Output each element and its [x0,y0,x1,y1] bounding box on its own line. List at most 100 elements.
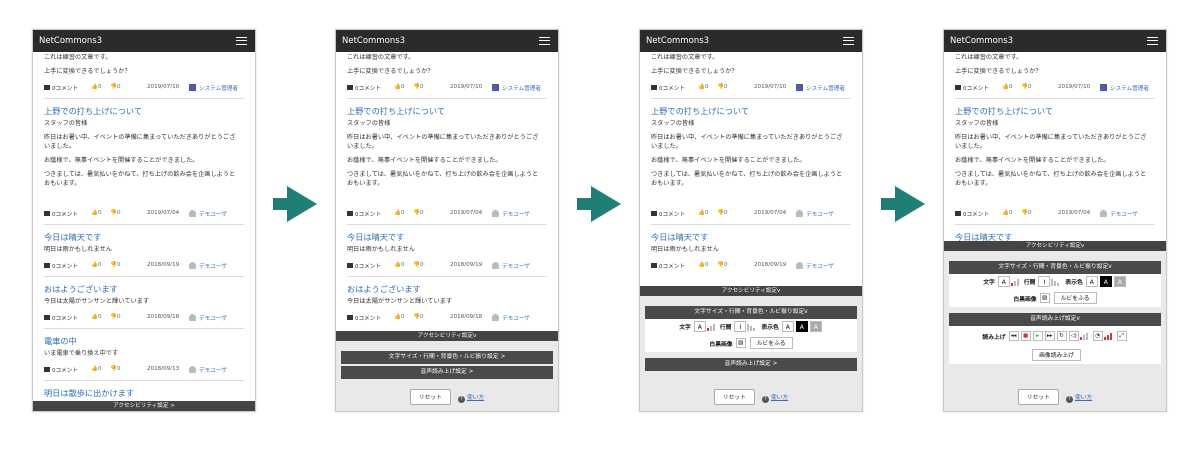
font-size-button[interactable]: A [997,276,1010,287]
author-link[interactable]: システム管理者 [492,84,541,92]
reset-button[interactable]: リセット [409,389,451,405]
howto-link[interactable]: ? 使い方 [761,395,788,403]
line-spacing-button[interactable]: I [734,321,747,332]
comment-count[interactable]: 0コメント [347,84,381,92]
dislike-button[interactable]: 👎0 [413,210,424,216]
author-link[interactable]: デモユーザ [189,314,227,322]
dislike-button[interactable]: 👎0 [110,262,121,268]
color-gray-button[interactable]: A [809,321,822,332]
like-button[interactable]: 👍0 [91,84,102,90]
comment-count[interactable]: 0コメント [651,84,685,92]
dislike-button[interactable]: 👎0 [1021,210,1032,216]
comment-count[interactable]: 0コメント [44,210,78,218]
dislike-button[interactable]: 👎0 [717,210,728,216]
image-read-button[interactable]: 画像読み上げ [1032,349,1081,361]
dislike-button[interactable]: 👎0 [1021,84,1032,90]
font-settings-button[interactable]: 文字サイズ・行間・背景色・ルビ振り設定 > [341,351,553,364]
font-settings-button[interactable]: 文字サイズ・行間・背景色・ルビ振り設定v [645,306,857,319]
dislike-button[interactable]: 👎0 [413,84,424,90]
like-button[interactable]: 👍0 [91,366,102,372]
comment-count[interactable]: 0コメント [347,210,381,218]
dislike-button[interactable]: 👎0 [717,84,728,90]
like-button[interactable]: 👍0 [91,262,102,268]
post-title[interactable]: 明日は散歩に出かけます [44,388,244,399]
reset-button[interactable]: リセット [1017,389,1059,405]
author-link[interactable]: デモユーザ [492,262,530,270]
like-button[interactable]: 👍0 [394,210,405,216]
hamburger-menu-icon[interactable] [1147,37,1158,45]
author-link[interactable]: デモユーザ [189,262,227,270]
hamburger-menu-icon[interactable] [843,37,854,45]
color-black-button[interactable]: A [1099,276,1112,287]
dislike-button[interactable]: 👎0 [413,314,424,320]
post-title[interactable]: おはようございます [347,284,547,295]
like-button[interactable]: 👍0 [698,84,709,90]
post-title[interactable]: 今日は晴天です [955,232,1155,241]
speech-settings-button[interactable]: 音声読み上げ設定v [949,313,1161,326]
post-title[interactable]: 上野での打ち上げについて [44,106,244,117]
font-settings-button[interactable]: 文字サイズ・行間・背景色・ルビ振り設定v [949,261,1161,274]
post-title[interactable]: 今日は晴天です [651,232,851,243]
dislike-button[interactable]: 👎0 [110,314,121,320]
ruby-button[interactable]: ルビをふる [1053,292,1097,304]
comment-count[interactable]: 0コメント [347,262,381,270]
author-link[interactable]: デモユーザ [189,366,227,374]
author-link[interactable]: デモユーザ [1100,210,1138,218]
rewind-icon[interactable]: ◂◂ [1008,331,1019,341]
author-link[interactable]: システム管理者 [1100,84,1149,92]
like-button[interactable]: 👍0 [91,210,102,216]
comment-count[interactable]: 0コメント [955,84,989,92]
author-link[interactable]: デモユーザ [796,262,834,270]
speech-settings-button[interactable]: 音声読み上げ設定 > [645,358,857,371]
dislike-button[interactable]: 👎0 [110,366,121,372]
post-title[interactable]: 今日は晴天です [347,232,547,243]
dislike-button[interactable]: 👎0 [413,262,424,268]
like-button[interactable]: 👍0 [394,262,405,268]
like-button[interactable]: 👍0 [1002,210,1013,216]
comment-count[interactable]: 0コメント [955,210,989,218]
hamburger-menu-icon[interactable] [236,37,247,45]
ruby-button[interactable]: ルビをふる [749,337,793,349]
accessibility-settings-bar[interactable]: アクセシビリティ設定v [336,331,558,341]
comment-count[interactable]: 0コメント [651,210,685,218]
like-button[interactable]: 👍0 [698,210,709,216]
like-button[interactable]: 👍0 [394,84,405,90]
image-icon[interactable]: ▨ [735,338,746,348]
like-button[interactable]: 👍0 [698,262,709,268]
post-title[interactable]: 電車の中 [44,336,244,347]
line-spacing-button[interactable]: I [1038,276,1051,287]
dislike-button[interactable]: 👎0 [717,262,728,268]
color-gray-button[interactable]: A [1113,276,1126,287]
author-link[interactable]: システム管理者 [189,84,238,92]
author-link[interactable]: デモユーザ [796,210,834,218]
comment-count[interactable]: 0コメント [347,314,381,322]
play-icon[interactable]: ▸ [1032,331,1043,341]
howto-link[interactable]: ? 使い方 [1065,395,1092,403]
volume-icon[interactable]: ◁) [1068,331,1079,341]
author-link[interactable]: デモユーザ [492,210,530,218]
stop-icon[interactable]: ■ [1020,331,1031,341]
like-button[interactable]: 👍0 [91,314,102,320]
color-white-button[interactable]: A [781,321,794,332]
hamburger-menu-icon[interactable] [539,37,550,45]
author-link[interactable]: デモユーザ [189,210,227,218]
post-title[interactable]: 上野での打ち上げについて [955,106,1155,117]
dislike-button[interactable]: 👎0 [110,84,121,90]
howto-link[interactable]: ? 使い方 [457,395,484,403]
accessibility-settings-bar[interactable]: アクセシビリティ設定v [640,286,862,296]
comment-count[interactable]: 0コメント [44,262,78,270]
comment-count[interactable]: 0コメント [651,262,685,270]
like-button[interactable]: 👍0 [1002,84,1013,90]
speech-settings-button[interactable]: 音声読み上げ設定 > [341,366,553,379]
comment-count[interactable]: 0コメント [44,366,78,374]
author-link[interactable]: システム管理者 [796,84,845,92]
like-button[interactable]: 👍0 [394,314,405,320]
post-title[interactable]: 上野での打ち上げについて [651,106,851,117]
font-size-button[interactable]: A [693,321,706,332]
color-white-button[interactable]: A [1085,276,1098,287]
comment-count[interactable]: 0コメント [44,84,78,92]
expand-icon[interactable]: ⤢ [1116,331,1127,341]
post-title[interactable]: おはようございます [44,284,244,295]
image-icon[interactable]: ▨ [1039,293,1050,303]
post-title[interactable]: 上野での打ち上げについて [347,106,547,117]
